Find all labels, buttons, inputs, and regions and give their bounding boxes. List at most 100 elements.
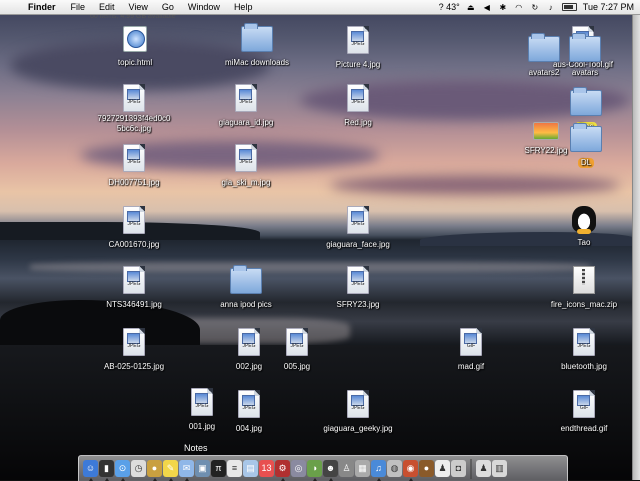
menu-go[interactable]: Go [155, 0, 181, 14]
itunes-icon[interactable]: ♫ [371, 460, 386, 481]
icon-label: DH007751.jpg [108, 178, 160, 187]
grab-icon[interactable]: ▣ [195, 460, 210, 477]
icon-giaguara-geeky[interactable]: JPEG giaguara_geeky.jpg [303, 390, 413, 436]
file-type-badge: JPEG [239, 159, 253, 165]
coffee-icon[interactable]: ● [419, 460, 434, 477]
file-type-badge: JPEG [290, 343, 304, 349]
chess-icon[interactable]: ◍ [387, 460, 402, 477]
icon-7927291393f4[interactable]: JPEG 7927291393f4ed0c0 5bc6c.jpg [79, 84, 189, 136]
keyboard-icon[interactable]: ▦ [355, 460, 370, 477]
trash-icon[interactable]: ▥ [492, 460, 507, 477]
icon-label: fire_icons_mac.zip [550, 300, 618, 309]
jpeg-file-icon: JPEG [123, 144, 145, 172]
file-type-badge: JPEG [127, 281, 141, 287]
file-type-badge: JPEG [127, 343, 141, 349]
icon-label: giaguara_id.jpg [218, 118, 274, 127]
speaker-icon[interactable]: ♪ [546, 3, 556, 12]
icon-giaguara-face[interactable]: JPEG giaguara_face.jpg [303, 206, 413, 252]
jpeg-file-icon: JPEG [347, 84, 369, 112]
file-type-badge: JPEG [351, 99, 365, 105]
menu-edit[interactable]: Edit [92, 0, 122, 14]
pi-icon[interactable]: π [211, 460, 226, 477]
battery-icon[interactable] [561, 3, 577, 11]
menu-window[interactable]: Window [181, 0, 227, 14]
gif-file-icon: GIF [460, 328, 482, 356]
tux-penguin-icon [572, 206, 596, 234]
menu-clock[interactable]: Tue 7:27 PM [583, 2, 634, 12]
folder-icon [569, 33, 601, 62]
file-type-badge: JPEG [127, 159, 141, 165]
icon-label: AB-025-0125.jpg [103, 362, 165, 371]
safari-icon[interactable]: ⊙ [115, 460, 130, 481]
icon-topic-html[interactable]: topic.html [80, 26, 190, 70]
icon-red[interactable]: JPEG Red.jpg [303, 84, 413, 130]
dock-hover-label: Notes [184, 443, 208, 453]
icon-mad-gif[interactable]: GIF mad.gif [416, 328, 526, 374]
dock: ☺ ▮ ⊙ ◷ ● ✎ ✉ ▣ π ≡ ▤ 13 ⚙ ◎ ◑ ☻ ♙ ▦ ♫ ◍ ◉ ● ♟ ◘ ♟ ▥ [78, 455, 568, 481]
eject-icon[interactable]: ⏏ [466, 3, 476, 12]
icon-avatars[interactable]: avatars [530, 33, 640, 80]
folder-icon [570, 87, 602, 116]
file-type-badge: JPEG [351, 281, 365, 287]
icon-fire-icons-zip[interactable]: fire_icons_mac.zip [529, 266, 639, 312]
menu-help[interactable]: Help [227, 0, 260, 14]
weather-extra[interactable]: ? 43° [439, 2, 460, 12]
icon-label: SFRY23.jpg [336, 300, 380, 309]
calendar-icon[interactable]: 13 [259, 460, 274, 477]
icon-mimac-downloads[interactable]: miMac downloads [202, 23, 312, 70]
icon-bluetooth[interactable]: JPEG bluetooth.jpg [529, 328, 639, 374]
textedit-icon[interactable]: ≡ [227, 460, 242, 477]
clock-icon[interactable]: ◷ [131, 460, 146, 477]
wifi-icon[interactable]: ◠ [514, 3, 524, 12]
terminal-icon[interactable]: ▮ [99, 460, 114, 481]
chat-icon[interactable]: ☻ [323, 460, 338, 481]
sync-icon[interactable]: ↻ [530, 3, 540, 12]
icon-label: topic.html [117, 58, 153, 67]
icon-dh007751[interactable]: JPEG DH007751.jpg [79, 144, 189, 190]
globe-icon[interactable]: ◉ [403, 460, 418, 481]
icon-sfry23[interactable]: JPEG SFRY23.jpg [303, 266, 413, 312]
camino-icon[interactable]: ● [147, 460, 162, 481]
jpeg-file-icon: JPEG [123, 206, 145, 234]
icon-anna-ipod-pics[interactable]: anna ipod pics [191, 265, 301, 312]
menu-finder[interactable]: Finder [24, 0, 64, 14]
icon-label: Picture 4.jpg [335, 60, 381, 69]
tool-icon[interactable]: ⚙ [275, 460, 290, 481]
preview-icon[interactable]: ▤ [243, 460, 258, 477]
zip-archive-icon [573, 266, 595, 294]
tux-dock-icon[interactable]: ♟ [476, 460, 491, 477]
icon-nts346491[interactable]: JPEG NTS346491.jpg [79, 266, 189, 312]
camera-icon[interactable]: ◘ [451, 460, 466, 477]
icon-004[interactable]: JPEG 004.jpg [194, 390, 304, 436]
network-icon[interactable]: ◎ [291, 460, 306, 477]
icon-gia-ski-m[interactable]: JPEG gia_ski_m.jpg [191, 144, 301, 190]
notes-icon[interactable]: ✎ [163, 460, 178, 481]
jpeg-file-icon: JPEG [123, 84, 145, 112]
icon-ab-025-0125[interactable]: JPEG AB-025-0125.jpg [79, 328, 189, 374]
icon-ca001670[interactable]: JPEG CA001670.jpg [79, 206, 189, 252]
menu-file[interactable]: File [64, 0, 93, 14]
jpeg-file-icon: JPEG [347, 26, 369, 54]
temperature-text: 43° [446, 2, 460, 12]
penguin-icon[interactable]: ♟ [435, 460, 450, 477]
icon-005[interactable]: JPEG 005.jpg [242, 328, 352, 374]
icon-dl[interactable]: DL [531, 123, 640, 170]
icon-tao[interactable]: Tao [529, 206, 639, 250]
volume-icon[interactable]: ◀ [482, 3, 492, 12]
menu-bar: Finder File Edit View Go Window Help ? 4… [0, 0, 640, 15]
file-type-badge: JPEG [127, 99, 141, 105]
menu-view[interactable]: View [122, 0, 155, 14]
folder-icon [241, 23, 273, 52]
menu-extras: ? 43° ⏏ ◀ ✱ ◠ ↻ ♪ Tue 7:27 PM [439, 0, 634, 14]
icon-giaguara-id[interactable]: JPEG giaguara_id.jpg [191, 84, 301, 130]
bluetooth-icon[interactable]: ✱ [498, 3, 508, 12]
finder-icon[interactable]: ☺ [83, 460, 98, 481]
mail-icon[interactable]: ✉ [179, 460, 194, 481]
people-icon[interactable]: ♙ [339, 460, 354, 477]
file-type-badge: JPEG [239, 99, 253, 105]
icon-picture-4[interactable]: JPEG Picture 4.jpg [303, 26, 413, 72]
icon-label: 005.jpg [283, 362, 311, 371]
adium-icon[interactable]: ◑ [307, 460, 322, 481]
icon-label: bluetooth.jpg [561, 362, 607, 371]
icon-endthread[interactable]: GIF endthread.gif [529, 390, 639, 436]
